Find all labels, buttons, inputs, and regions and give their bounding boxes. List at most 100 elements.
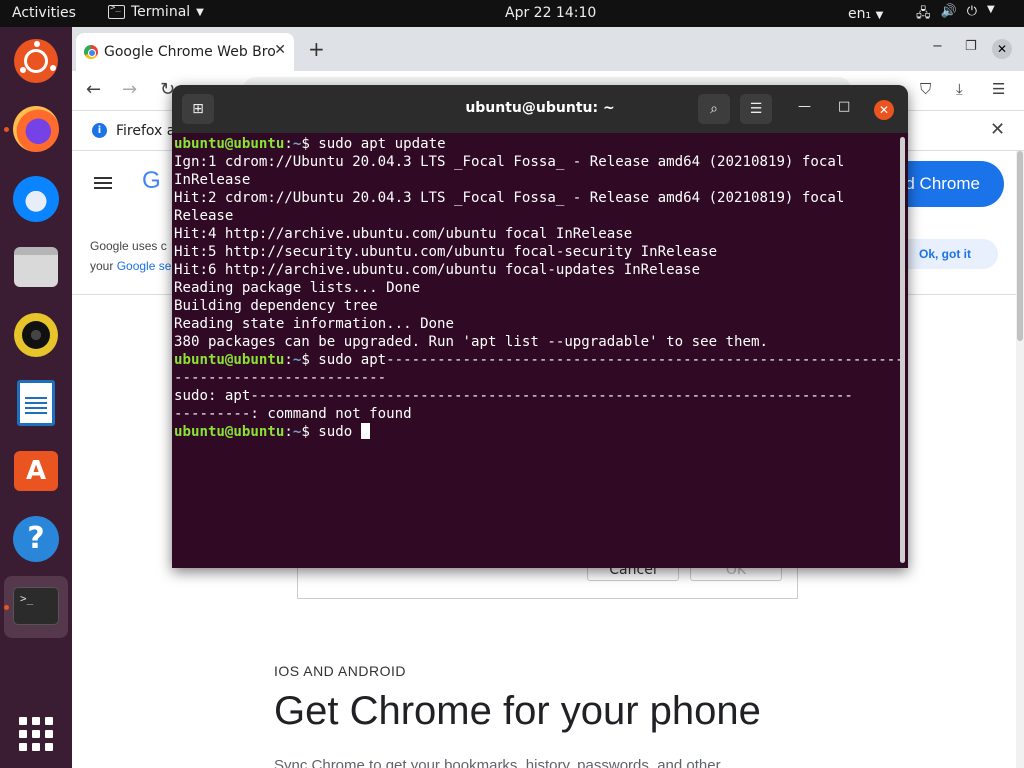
prompt-separator: : [284,424,293,440]
software-center-icon: A [14,451,58,491]
cookie-prefix: your [90,259,117,273]
volume-icon: 🔊 [940,4,957,19]
info-bar-close-icon[interactable]: ✕ [990,119,1005,140]
page-scrollbar[interactable] [1016,151,1024,768]
terminal-scrollbar[interactable] [900,137,905,563]
terminal-output-line: Ign:1 cdrom://Ubuntu 20.04.3 LTS _Focal … [174,154,845,170]
prompt-user: ubuntu@ubuntu [174,424,285,440]
app-menu[interactable]: Terminal ▼ [108,3,204,20]
prompt-command: $ sudo apt update [301,136,446,152]
thunderbird-icon [13,176,59,222]
terminal-output-line: Hit:5 http://security.ubuntu.com/ubuntu … [174,244,718,260]
firefox-icon [13,106,59,152]
cookie-text: Google uses c [90,239,167,253]
dock-rhythmbox[interactable] [12,311,60,359]
files-icon [14,247,58,287]
system-menu[interactable]: 🖧 🔊 ⏻ ▼ [916,4,995,26]
terminal-app-icon: >_ [13,587,59,625]
google-logo: G [142,167,161,194]
dock-writer[interactable] [12,379,60,427]
input-source-indicator[interactable]: en₁ ▼ [848,6,883,22]
dock-terminal[interactable]: >_ [12,582,60,630]
terminal-output[interactable]: ubuntu@ubuntu:~$ sudo apt update Ign:1 cd… [174,135,904,441]
dock-ubuntu[interactable] [12,37,60,85]
text-cursor [360,423,370,439]
terminal-window: ⊞ ubuntu@ubuntu: ~ ⌕ ☰ — □ ✕ ubuntu@ubun… [172,85,908,568]
dock-thunderbird[interactable] [12,175,60,223]
back-icon[interactable]: ← [86,79,101,100]
menu-icon[interactable]: ☰ [992,80,1005,98]
prompt-user: ubuntu@ubuntu [174,136,285,152]
info-bar-text: Firefox a [116,123,176,139]
cookie-text-2: your Google se [90,259,171,273]
tab-title: Google Chrome Web Bro [104,44,276,60]
terminal-titlebar[interactable]: ⊞ ubuntu@ubuntu: ~ ⌕ ☰ — □ ✕ [172,85,908,133]
writer-icon [17,380,55,426]
chrome-favicon-icon [84,45,98,59]
show-applications-button[interactable] [12,710,60,758]
app-menu-label: Terminal [131,4,191,20]
terminal-output-line: Building dependency tree [174,298,378,314]
hamburger-menu-icon[interactable] [94,177,112,189]
terminal-output-line: Reading package lists... Done [174,280,421,296]
minimize-icon[interactable]: — [798,99,811,114]
pocket-icon[interactable]: ⛉ [920,80,931,98]
terminal-output-line: ------------------------- [174,370,387,386]
section-label: IOS AND ANDROID [274,663,406,679]
chevron-down-icon: ▼ [196,6,204,18]
info-icon: i [92,123,107,138]
activities-button[interactable]: Activities [12,5,76,21]
rhythmbox-icon [14,313,58,357]
input-source-label: en₁ [848,6,872,22]
help-icon: ? [13,516,59,562]
terminal-output-line: Hit:4 http://archive.ubuntu.com/ubuntu f… [174,226,633,242]
close-tab-icon[interactable]: ✕ [274,42,286,58]
tab-strip: Google Chrome Web Bro ✕ + − ❐ ✕ [72,27,1024,71]
terminal-prompt-line: ubuntu@ubuntu:~$ sudo [174,423,896,441]
terminal-output-line: Hit:6 http://archive.ubuntu.com/ubuntu f… [174,262,701,278]
ubuntu-logo-icon [14,39,58,83]
running-indicator [4,605,9,610]
terminal-output-line: sudo: apt-------------------------------… [174,388,853,404]
prompt-command: $ sudo [301,424,361,440]
terminal-output-line: Release [174,208,234,224]
download-icon[interactable]: ⤓ [956,80,963,98]
terminal-prompt-line: ubuntu@ubuntu:~$ sudo apt update [174,135,896,153]
forward-icon[interactable]: → [122,79,137,100]
app-grid-icon [19,717,53,751]
cookie-link[interactable]: Google se [117,259,172,273]
top-bar: Activities Terminal ▼ Apr 22 14:10 en₁ ▼… [0,0,1024,27]
new-tab-button[interactable]: + [308,37,325,61]
prompt-user: ubuntu@ubuntu [174,352,285,368]
dock-help[interactable]: ? [12,515,60,563]
close-window-icon[interactable]: ✕ [992,39,1012,59]
terminal-output-line: Hit:2 cdrom://Ubuntu 20.04.3 LTS _Focal … [174,190,845,206]
maximize-icon[interactable]: □ [838,99,850,114]
search-icon[interactable]: ⌕ [698,94,730,124]
close-window-icon[interactable]: ✕ [874,100,894,120]
prompt-separator: : [284,352,293,368]
terminal-output-line: InRelease [174,172,251,188]
section-heading: Get Chrome for your phone [274,689,761,733]
running-indicator [4,127,9,132]
maximize-icon[interactable]: ❐ [965,39,977,54]
dock-software[interactable]: A [12,447,60,495]
dock: A ? >_ [0,27,72,768]
scroll-thumb[interactable] [1017,151,1023,341]
terminal-output-line: 380 packages can be upgraded. Run 'apt l… [174,334,768,350]
chevron-down-icon: ▼ [986,4,995,15]
hamburger-menu-icon[interactable]: ☰ [740,94,772,124]
terminal-icon [108,3,125,19]
terminal-prompt-line: ubuntu@ubuntu:~$ sudo apt---------------… [174,351,904,369]
dock-files[interactable] [12,243,60,291]
browser-tab[interactable]: Google Chrome Web Bro ✕ [76,33,294,71]
dock-firefox[interactable] [12,105,60,153]
power-icon: ⏻ [966,4,977,19]
terminal-output-line: Reading state information... Done [174,316,455,332]
prompt-command: $ sudo apt------------------------------… [301,352,904,368]
prompt-separator: : [284,136,293,152]
clock[interactable]: Apr 22 14:10 [505,5,596,21]
terminal-output-line: ---------: command not found [174,406,412,422]
section-body: Sync Chrome to get your bookmarks, histo… [274,757,721,768]
minimize-icon[interactable]: − [932,39,943,54]
